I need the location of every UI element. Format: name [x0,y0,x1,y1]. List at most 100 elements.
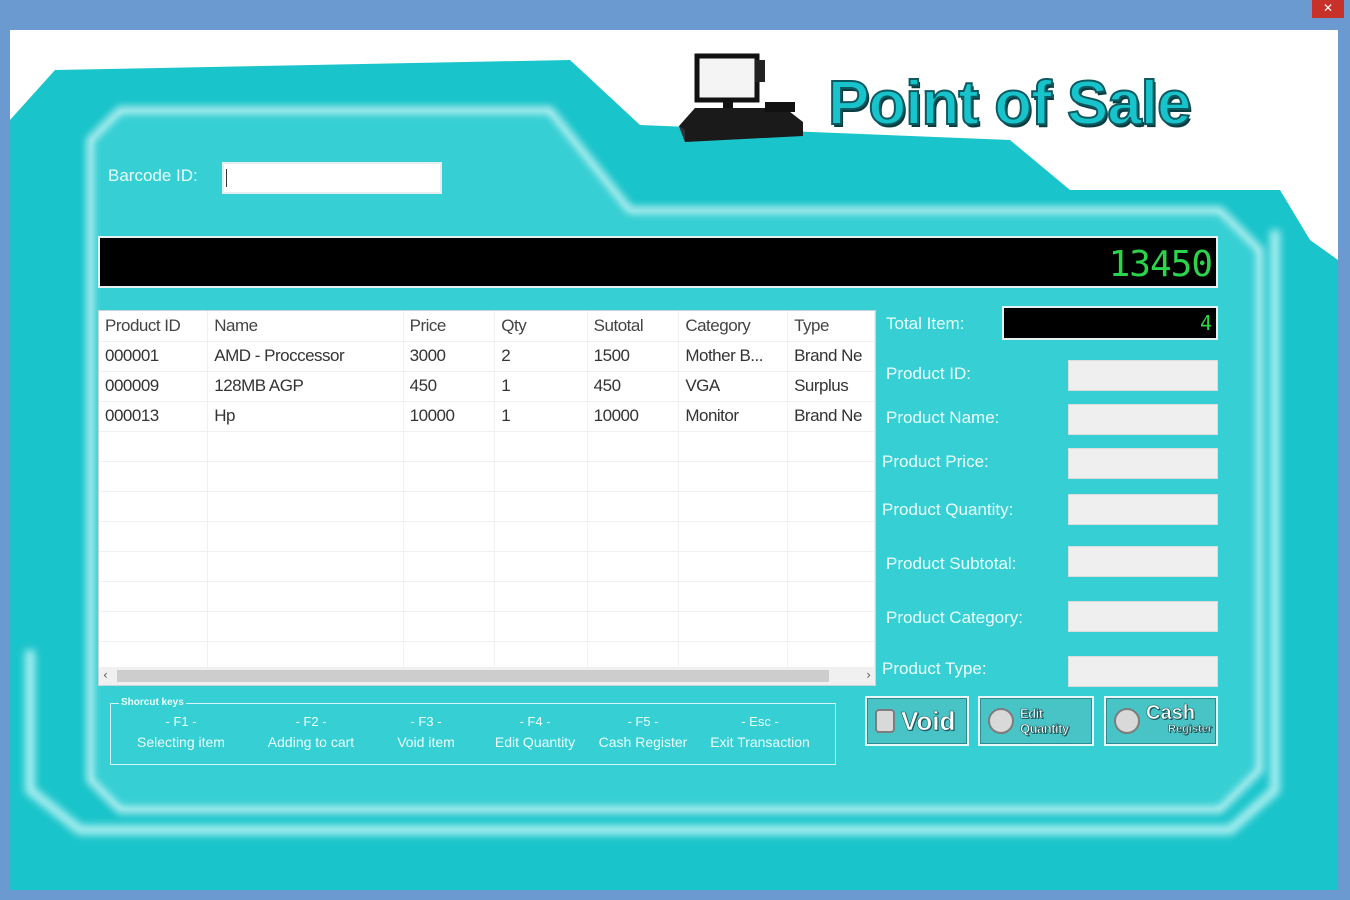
col-price[interactable]: Price [403,311,496,342]
cell: 128MB AGP [207,371,404,402]
close-icon[interactable]: ✕ [1312,0,1344,18]
decorative-dot [623,848,659,870]
app-title: Point of Sale [827,68,1192,139]
cart-grid[interactable]: Product ID Name Price Qty Sutotal Catego… [98,310,876,686]
cell: 2 [494,341,588,372]
shortcut-f4: - F4 - Edit Quantity [487,712,583,752]
scroll-left-icon[interactable]: ‹ [103,668,108,682]
shortcut-keys-panel: Shorcut keys - F1 - Selecting item - F2 … [110,697,836,765]
shortcut-f5: - F5 - Cash Register [593,712,693,752]
scrollbar-thumb[interactable] [117,670,829,682]
edit-quantity-label: Edit Quantity [1020,706,1070,737]
cell: 000013 [99,401,209,432]
window-frame: ✕ Point of Sale Barcode ID: 13450 Produc… [0,0,1350,900]
void-label: Void [901,705,956,736]
total-item-label: Total Item: [886,314,965,333]
total-item-display: 4 [1002,306,1218,340]
product-id-label: Product ID: [886,364,972,383]
shortcut-key: - F3 - [410,714,442,729]
empty-row [99,581,875,612]
cell: 1500 [587,341,680,372]
shortcut-key: - F5 - [627,714,659,729]
shortcut-f1: - F1 - Selecting item [129,712,233,752]
col-category[interactable]: Category [678,311,789,342]
cell: Brand Ne [787,401,875,432]
shortcut-desc: Edit Quantity [494,734,576,750]
product-price-label: Product Price: [882,452,989,471]
decorative-dot [244,848,280,870]
product-id-field[interactable] [1068,360,1218,391]
cell: 450 [403,371,496,402]
product-name-field[interactable] [1068,404,1218,435]
product-price-field[interactable] [1068,448,1218,479]
pos-client-area: Point of Sale Barcode ID: 13450 Product … [10,30,1338,890]
table-row[interactable]: 000013 Hp 10000 1 10000 Monitor Brand Ne [99,401,875,432]
product-category-field[interactable] [1068,601,1218,632]
cell: Brand Ne [787,341,875,372]
barcode-label: Barcode ID: [108,166,198,185]
cell: 000009 [99,371,209,402]
product-category-label: Product Category: [886,608,1024,627]
empty-row [99,551,875,582]
empty-row [99,431,875,462]
cell: AMD - Proccessor [207,341,404,372]
product-subtotal-field[interactable] [1068,546,1218,577]
decorative-dot [525,848,561,870]
edit-icon [988,708,1014,734]
cell: 10000 [587,401,680,432]
col-type[interactable]: Type [787,311,875,342]
cash-register-button[interactable]: Cash Register [1104,696,1218,746]
shortcut-key: - F2 - [295,714,327,729]
barcode-input[interactable] [222,162,442,194]
shortcut-desc: Cash Register [598,734,688,750]
cell: 000001 [99,341,209,372]
total-amount-value: 13450 [1108,244,1213,285]
register-label: Register [1168,723,1213,736]
cell: Monitor [678,401,789,432]
decorative-dot [44,848,80,870]
shortcut-f2: - F2 - Adding to cart [257,712,365,752]
decorative-dot [428,848,464,870]
shortcut-desc: Exit Transaction [710,734,810,750]
product-quantity-field[interactable] [1068,494,1218,525]
product-quantity-label: Product Quantity: [882,500,1014,519]
product-name-label: Product Name: [886,408,1000,427]
col-qty[interactable]: Qty [494,311,588,342]
scroll-right-icon[interactable]: › [866,668,871,682]
table-row[interactable]: 000009 128MB AGP 450 1 450 VGA Surplus [99,371,875,402]
col-product-id[interactable]: Product ID [99,311,209,342]
shortcut-keys-title: Shorcut keys [119,697,186,708]
product-type-field[interactable] [1068,656,1218,687]
cash-label: Cash [1146,702,1196,724]
cell: 1 [494,401,588,432]
empty-row [99,461,875,492]
total-amount-display: 13450 [98,236,1218,288]
cash-register-terminal-icon [679,53,803,142]
horizontal-scrollbar[interactable]: ‹ › [99,667,875,685]
trash-icon [875,709,895,733]
cell: 10000 [403,401,496,432]
cell: Hp [207,401,404,432]
empty-row [99,521,875,552]
decorative-dot [144,848,180,870]
col-subtotal[interactable]: Sutotal [587,311,680,342]
cell: 3000 [403,341,496,372]
edit-quantity-button[interactable]: Edit Quantity [978,696,1094,746]
col-name[interactable]: Name [207,311,404,342]
shortcut-esc: - Esc - Exit Transaction [703,712,817,752]
cell: Surplus [787,371,875,402]
shortcut-desc: Selecting item [137,734,225,750]
decorative-dot [339,848,375,870]
product-subtotal-label: Product Subtotal: [886,554,1017,573]
cell: 450 [587,371,680,402]
cash-icon [1114,708,1140,734]
product-type-label: Product Type: [882,659,987,678]
empty-row [99,491,875,522]
shortcut-key: - Esc - [741,714,779,729]
cell: Mother B... [678,341,789,372]
grid-header-row: Product ID Name Price Qty Sutotal Catego… [99,311,875,342]
void-button[interactable]: Void [865,696,969,746]
cell: 1 [494,371,588,402]
text-caret [226,169,227,187]
table-row[interactable]: 000001 AMD - Proccessor 3000 2 1500 Moth… [99,341,875,372]
